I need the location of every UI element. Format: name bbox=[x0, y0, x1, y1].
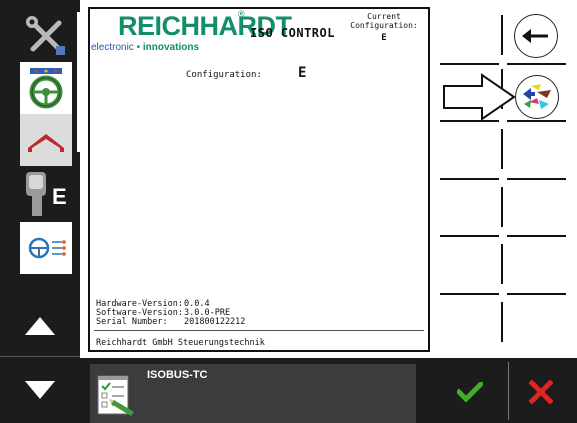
sidebar-item-steering-config[interactable] bbox=[20, 222, 72, 274]
wrench-screwdriver-icon bbox=[26, 16, 65, 55]
softkey-empty-1 bbox=[436, 7, 503, 65]
softkey-empty-10 bbox=[503, 295, 570, 353]
sidebar: E bbox=[0, 0, 80, 423]
boom-icon bbox=[28, 134, 64, 152]
sidebar-item-boom[interactable] bbox=[20, 114, 72, 166]
softkey-area bbox=[436, 7, 570, 352]
sidebar-item-joystick[interactable]: E bbox=[20, 168, 72, 220]
tagline-dot: • bbox=[136, 42, 141, 53]
softkey-empty-9 bbox=[436, 295, 503, 353]
footer-divider bbox=[94, 330, 424, 331]
current-config-label-line2: Configuration: bbox=[350, 21, 418, 30]
softkey-empty-3 bbox=[436, 122, 503, 180]
softkey-vdivider bbox=[501, 129, 503, 169]
configuration-label: Configuration: bbox=[186, 70, 262, 80]
steering-config-icon bbox=[28, 237, 66, 259]
current-config-value: E bbox=[381, 33, 387, 43]
sidebar-item-tools[interactable] bbox=[20, 10, 72, 62]
color-arrows-config-icon bbox=[523, 83, 551, 109]
tagline-part2: innovations bbox=[142, 42, 200, 53]
sidebar-scrollbar[interactable] bbox=[77, 12, 80, 152]
steering-wheel-icon bbox=[29, 68, 63, 109]
check-icon bbox=[457, 382, 483, 402]
x-icon bbox=[529, 380, 553, 404]
softkey-empty-4 bbox=[503, 122, 570, 180]
back-softkey[interactable] bbox=[503, 7, 570, 65]
joystick-icon: E bbox=[26, 172, 67, 216]
page-title: ISO CONTROL bbox=[250, 26, 335, 40]
brand-tagline: electronic • innovations bbox=[91, 42, 199, 53]
triangle-up-icon bbox=[25, 317, 55, 335]
softkey-vdivider bbox=[501, 302, 503, 342]
company-footer: Reichhardt GmbH Steuerungstechnik bbox=[96, 338, 265, 348]
back-button[interactable] bbox=[514, 14, 558, 58]
iso-control-panel: REICHHARDT ® electronic • innovations IS… bbox=[88, 7, 430, 352]
bottom-bar: ISOBUS-TC bbox=[80, 358, 577, 423]
softkey-vdivider bbox=[501, 187, 503, 227]
config-select-button[interactable] bbox=[515, 74, 559, 119]
current-config-label-line1: Current bbox=[367, 12, 401, 21]
registered-mark: ® bbox=[238, 9, 245, 19]
softkey-vdivider bbox=[501, 244, 503, 284]
bottom-bar-divider bbox=[508, 362, 509, 420]
tagline-part1: electronic bbox=[91, 42, 134, 53]
scroll-up-button[interactable] bbox=[0, 300, 80, 352]
pointer-arrow-icon bbox=[443, 73, 516, 121]
sidebar-divider bbox=[0, 356, 80, 357]
serial-number-label: Serial Number: bbox=[96, 317, 168, 327]
cancel-button[interactable] bbox=[521, 372, 561, 412]
checklist-pen-icon bbox=[97, 375, 134, 416]
current-config-label: Current Configuration: bbox=[342, 12, 426, 30]
joystick-label: E bbox=[52, 184, 67, 209]
confirm-button[interactable] bbox=[450, 372, 490, 412]
softkey-empty-8 bbox=[503, 237, 570, 295]
task-label: ISOBUS-TC bbox=[147, 369, 208, 381]
serial-number-value: 201800122212 bbox=[184, 317, 246, 327]
softkey-empty-5 bbox=[436, 180, 503, 237]
triangle-down-icon bbox=[25, 381, 55, 399]
softkey-empty-6 bbox=[503, 180, 570, 237]
task-tile-isobus-tc[interactable]: ISOBUS-TC bbox=[90, 364, 416, 423]
softkey-empty-7 bbox=[436, 237, 503, 295]
arrow-left-icon bbox=[522, 29, 548, 43]
sidebar-item-steering[interactable] bbox=[20, 62, 72, 114]
scroll-down-button[interactable] bbox=[0, 364, 80, 416]
serial-number-row: Serial Number: 201800122212 bbox=[96, 318, 245, 327]
configuration-value[interactable]: E bbox=[298, 65, 306, 81]
